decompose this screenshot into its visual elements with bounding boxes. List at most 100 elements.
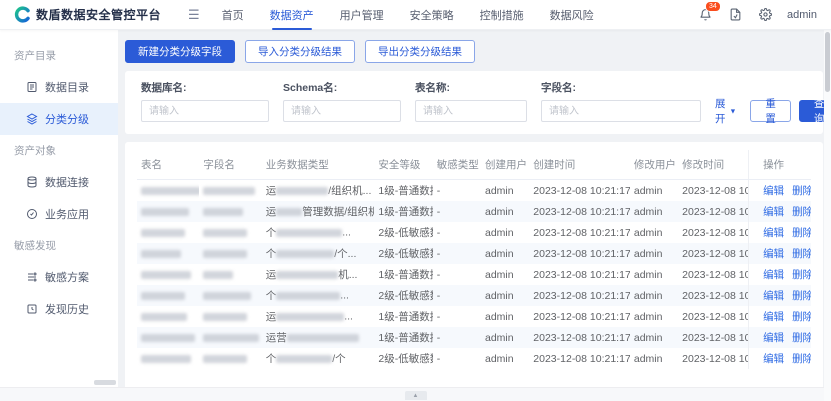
cell-field-name [199, 264, 261, 285]
gear-icon[interactable] [757, 7, 773, 23]
app-icon [26, 208, 38, 220]
edit-link[interactable]: 编辑 [763, 353, 784, 365]
current-user[interactable]: admin [787, 9, 817, 21]
cell-operations: 编辑删除 [749, 264, 811, 285]
nav-data-risk[interactable]: 数据风险 [550, 0, 594, 30]
sidebar-scrollbar[interactable] [94, 380, 116, 385]
edit-link[interactable]: 编辑 [763, 311, 784, 323]
col-operations: 操作 [749, 150, 811, 180]
delete-link[interactable]: 删除 [792, 332, 811, 344]
cell-sensitive-type: - [433, 327, 481, 348]
edit-link[interactable]: 编辑 [763, 269, 784, 281]
redacted-text [203, 334, 259, 342]
expand-filters-link[interactable]: 展开 ▼ [715, 100, 736, 122]
col-sensitive-type: 敏感类型 [433, 150, 481, 180]
menu-toggle-icon[interactable]: ☰ [188, 7, 200, 23]
cell-modify-time: 2023-12-08 10 [678, 348, 748, 369]
edit-link[interactable]: 编辑 [763, 248, 784, 260]
schema-name-input[interactable] [283, 100, 401, 122]
database-name-input[interactable] [141, 100, 269, 122]
redacted-text [287, 334, 359, 342]
delete-link[interactable]: 删除 [792, 311, 811, 323]
export-results-button[interactable]: 导出分类分级结果 [365, 40, 475, 63]
edit-link[interactable]: 编辑 [763, 206, 784, 218]
cell-sensitive-type: - [433, 264, 481, 285]
redacted-text [141, 313, 187, 321]
cell-create-user: admin [481, 180, 529, 201]
reset-button[interactable]: 重置 [750, 100, 791, 122]
table-row[interactable]: 个/个 2级-低敏感数据 - admin 2023-12-08 10:21:17… [137, 348, 811, 369]
delete-link[interactable]: 删除 [792, 248, 811, 260]
table-row[interactable]: 运... 1级-普通数据 - admin 2023-12-08 10:21:17… [137, 306, 811, 327]
app-title: 数盾数据安全管控平台 [36, 6, 161, 23]
table-row[interactable]: 个/个... 2级-低敏感数... - admin 2023-12-08 10:… [137, 243, 811, 264]
cell-sensitive-type: - [433, 348, 481, 369]
table-name-input[interactable] [415, 100, 527, 122]
cell-operations: 编辑删除 [749, 306, 811, 327]
edit-link[interactable]: 编辑 [763, 185, 784, 197]
nav-data-assets[interactable]: 数据资产 [270, 0, 314, 30]
new-classification-field-button[interactable]: 新建分类分级字段 [125, 40, 235, 63]
edit-link[interactable]: 编辑 [763, 332, 784, 344]
delete-link[interactable]: 删除 [792, 290, 811, 302]
cell-create-time: 2023-12-08 10:21:17 [529, 285, 630, 306]
nav-security-policy[interactable]: 安全策略 [410, 0, 454, 30]
redacted-text [203, 208, 243, 216]
sidebar-item-classification[interactable]: 分类分级 [0, 103, 118, 135]
notification-bell-icon[interactable]: 34 [697, 7, 713, 23]
schema-name-label: Schema名: [283, 80, 401, 95]
cell-modify-time: 2023-12-08 10 [678, 327, 748, 348]
delete-link[interactable]: 删除 [792, 206, 811, 218]
cell-operations: 编辑删除 [749, 348, 811, 369]
delete-link[interactable]: 删除 [792, 227, 811, 239]
import-results-button[interactable]: 导入分类分级结果 [245, 40, 355, 63]
cell-business-data-type: 运机... [262, 264, 375, 285]
delete-link[interactable]: 删除 [792, 353, 811, 365]
edit-link[interactable]: 编辑 [763, 227, 784, 239]
delete-link[interactable]: 删除 [792, 185, 811, 197]
cell-create-time: 2023-12-08 10:21:17 [529, 180, 630, 201]
cell-create-user: admin [481, 264, 529, 285]
cell-create-user: admin [481, 306, 529, 327]
table-row[interactable]: 个... 2级-低敏感数... - admin 2023-12-08 10:21… [137, 285, 811, 306]
cell-security-level: 1级-普通数据 [374, 201, 432, 222]
nav-control-measures[interactable]: 控制措施 [480, 0, 524, 30]
table-row[interactable]: 运营 1级-普通数据 - admin 2023-12-08 10:21:17 a… [137, 327, 811, 348]
redacted-text [141, 229, 185, 237]
table-row[interactable]: 运机... 1级-普通数据 - admin 2023-12-08 10:21:1… [137, 264, 811, 285]
document-icon[interactable] [727, 7, 743, 23]
cell-create-time: 2023-12-08 10:21:17 [529, 243, 630, 264]
cell-modify-user: admin [630, 306, 678, 327]
delete-link[interactable]: 删除 [792, 269, 811, 281]
drawer-collapse-handle[interactable]: ▲ [405, 391, 427, 400]
table-row[interactable]: 运管理数据/组织机... 1级-普通数据 - admin 2023-12-08 … [137, 201, 811, 222]
table-name-label: 表名称: [415, 80, 527, 95]
history-icon [26, 303, 38, 315]
redacted-text [276, 292, 340, 300]
sidebar-item-data-catalog[interactable]: 数据目录 [0, 71, 118, 103]
table-row[interactable]: 个... 2级-低敏感数... - admin 2023-12-08 10:21… [137, 222, 811, 243]
cell-operations: 编辑删除 [749, 201, 811, 222]
catalog-icon [26, 81, 38, 93]
redacted-text [141, 187, 199, 195]
sidebar-item-label: 数据目录 [45, 79, 89, 95]
field-name-input[interactable] [541, 100, 701, 122]
sidebar-item-business-apps[interactable]: 业务应用 [0, 198, 118, 230]
nav-user-management[interactable]: 用户管理 [340, 0, 384, 30]
cell-modify-time: 2023-12-08 10 [678, 222, 748, 243]
cell-sensitive-type: - [433, 222, 481, 243]
logo-icon [14, 6, 31, 23]
redacted-text [203, 229, 247, 237]
table-row[interactable]: 运/组织机... 1级-普通数据 - admin 2023-12-08 10:2… [137, 180, 811, 201]
nav-home[interactable]: 首页 [222, 0, 244, 30]
edit-link[interactable]: 编辑 [763, 290, 784, 302]
page-scrollbar[interactable] [824, 30, 831, 401]
sidebar-item-data-connections[interactable]: 数据连接 [0, 166, 118, 198]
sidebar-item-sensitive-plan[interactable]: 敏感方案 [0, 261, 118, 293]
cell-security-level: 1级-普通数据 [374, 180, 432, 201]
filter-table-name: 表名称: [415, 80, 527, 122]
redacted-text [203, 271, 233, 279]
redacted-text [276, 313, 344, 321]
sidebar-item-discovery-history[interactable]: 发现历史 [0, 293, 118, 325]
cell-create-user: admin [481, 243, 529, 264]
